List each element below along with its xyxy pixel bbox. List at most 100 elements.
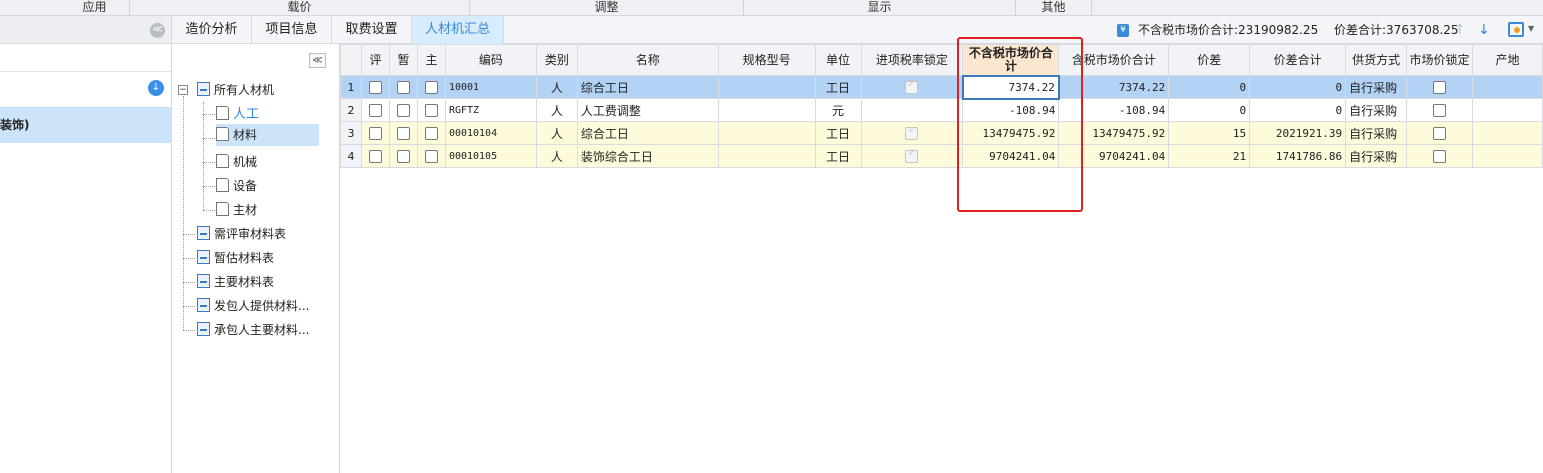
- review-checkbox[interactable]: [368, 80, 382, 94]
- ribbon-group-other[interactable]: 其他: [1016, 0, 1092, 16]
- spec-cell[interactable]: [717, 98, 816, 122]
- main-checkbox[interactable]: [424, 149, 438, 163]
- main-checkbox[interactable]: [424, 80, 438, 94]
- col-header-type[interactable]: 类别: [535, 44, 578, 76]
- tree-node-employer-materials[interactable]: 发包人提供材料...: [197, 295, 309, 317]
- review-cell[interactable]: [360, 121, 390, 145]
- tree-node-labor[interactable]: 人工: [216, 103, 259, 125]
- tree-node-contractor-materials[interactable]: 承包人主要材料...: [197, 319, 309, 341]
- tab-labor-material-summary[interactable]: 人材机汇总: [412, 16, 504, 44]
- tab-project-info[interactable]: 项目信息: [252, 16, 332, 44]
- col-header-market-lock[interactable]: 市场价锁定: [1406, 44, 1473, 76]
- col-header-provisional[interactable]: 暂: [388, 44, 418, 76]
- market-lock-checkbox[interactable]: [1433, 126, 1447, 140]
- main-checkbox[interactable]: [424, 103, 438, 117]
- name-cell[interactable]: 综合工日: [576, 121, 719, 145]
- spec-cell[interactable]: [717, 121, 816, 145]
- review-cell[interactable]: [360, 144, 390, 168]
- col-header-price-diff[interactable]: 价差: [1168, 44, 1251, 76]
- unit-cell[interactable]: 元: [814, 98, 862, 122]
- supply-cell[interactable]: 自行采购: [1345, 144, 1408, 168]
- table-row[interactable]: 1 10001 人 综合工日 工日 7374.22 7374.22 0 0 自行…: [340, 74, 1543, 100]
- main-cell[interactable]: [416, 98, 446, 122]
- code-cell[interactable]: 10001: [444, 75, 537, 99]
- no-tax-total-cell[interactable]: -108.94: [962, 98, 1060, 122]
- price-diff-cell[interactable]: 15: [1168, 121, 1251, 145]
- diff-total-cell[interactable]: 0: [1249, 98, 1347, 122]
- table-row[interactable]: 4 00010105 人 装饰综合工日 工日 9704241.04 970424…: [340, 144, 1543, 168]
- review-checkbox[interactable]: [368, 149, 382, 163]
- tree-expander-icon[interactable]: −: [178, 85, 188, 95]
- diff-total-cell[interactable]: 2021921.39: [1249, 121, 1347, 145]
- col-header-review[interactable]: 评: [360, 44, 390, 76]
- tax-total-cell[interactable]: -108.94: [1058, 98, 1170, 122]
- col-header-tax-lock[interactable]: 进项税率锁定: [860, 44, 964, 76]
- table-row[interactable]: 3 00010104 人 综合工日 工日 13479475.92 1347947…: [340, 121, 1543, 145]
- tree-node-main-materials[interactable]: 主要材料表: [197, 271, 274, 293]
- code-cell[interactable]: RGFTZ: [444, 98, 537, 122]
- col-header-tax-total[interactable]: 含税市场价合计: [1058, 44, 1170, 76]
- diff-total-cell[interactable]: 0: [1249, 75, 1347, 99]
- no-tax-total-cell[interactable]: 9704241.04: [962, 144, 1060, 168]
- supply-cell[interactable]: 自行采购: [1345, 75, 1408, 99]
- spec-cell[interactable]: [717, 75, 816, 99]
- download-icon[interactable]: ↓: [148, 80, 164, 96]
- market-lock-cell[interactable]: [1406, 98, 1473, 122]
- tax-total-cell[interactable]: 7374.22: [1058, 75, 1170, 99]
- main-checkbox[interactable]: [424, 126, 438, 140]
- tree-node-main-material[interactable]: 主材: [216, 199, 257, 221]
- col-header-name[interactable]: 名称: [576, 44, 719, 76]
- spec-cell[interactable]: [717, 144, 816, 168]
- tree-node-all[interactable]: 所有人材机: [197, 79, 274, 101]
- provisional-cell[interactable]: [388, 144, 418, 168]
- tree-node-provisional-materials[interactable]: 暂估材料表: [197, 247, 274, 269]
- diff-total-cell[interactable]: 1741786.86: [1249, 144, 1347, 168]
- code-cell[interactable]: 00010105: [444, 144, 537, 168]
- market-lock-cell[interactable]: [1406, 121, 1473, 145]
- col-header-main[interactable]: 主: [416, 44, 446, 76]
- project-node-selected[interactable]: 装饰): [0, 107, 171, 143]
- table-row[interactable]: 2 RGFTZ 人 人工费调整 元 -108.94 -108.94 0 0 自行…: [340, 98, 1543, 122]
- ribbon-group-apply[interactable]: 应用: [60, 0, 130, 16]
- tax-total-cell[interactable]: 9704241.04: [1058, 144, 1170, 168]
- col-header-unit[interactable]: 单位: [814, 44, 862, 76]
- price-diff-cell[interactable]: 0: [1168, 98, 1251, 122]
- tab-cost-analysis[interactable]: 造价分析: [172, 16, 252, 44]
- provisional-cell[interactable]: [388, 75, 418, 99]
- code-cell[interactable]: 00010104: [444, 121, 537, 145]
- col-header-supply[interactable]: 供货方式: [1345, 44, 1408, 76]
- no-tax-total-cell[interactable]: 7374.22: [961, 74, 1060, 100]
- type-cell[interactable]: 人: [535, 144, 578, 168]
- col-header-code[interactable]: 编码: [444, 44, 537, 76]
- tree-node-review-materials[interactable]: 需评审材料表: [197, 223, 286, 245]
- price-diff-cell[interactable]: 0: [1168, 75, 1251, 99]
- review-cell[interactable]: [360, 98, 390, 122]
- settings-icon[interactable]: [1508, 22, 1524, 37]
- chevron-down-icon[interactable]: ▼: [1528, 24, 1534, 33]
- review-cell[interactable]: [360, 75, 390, 99]
- ribbon-group-display[interactable]: 显示: [744, 0, 1016, 16]
- name-cell[interactable]: 装饰综合工日: [576, 144, 719, 168]
- tax-total-cell[interactable]: 13479475.92: [1058, 121, 1170, 145]
- move-up-icon[interactable]: ↑: [1454, 22, 1466, 38]
- market-lock-cell[interactable]: [1406, 75, 1473, 99]
- type-cell[interactable]: 人: [535, 75, 578, 99]
- origin-cell[interactable]: [1472, 121, 1543, 145]
- provisional-cell[interactable]: [388, 121, 418, 145]
- collapse-panel-icon[interactable]: ≪: [150, 23, 165, 38]
- supply-cell[interactable]: 自行采购: [1345, 121, 1408, 145]
- move-down-icon[interactable]: ↓: [1478, 22, 1490, 38]
- col-header-spec[interactable]: 规格型号: [717, 44, 816, 76]
- review-checkbox[interactable]: [368, 103, 382, 117]
- market-lock-cell[interactable]: [1406, 144, 1473, 168]
- tree-node-material[interactable]: 材料: [216, 124, 319, 146]
- market-lock-checkbox[interactable]: [1433, 149, 1447, 163]
- provisional-checkbox[interactable]: [396, 103, 410, 117]
- tree-node-equipment[interactable]: 设备: [216, 175, 257, 197]
- col-header-diff-total[interactable]: 价差合计: [1249, 44, 1347, 76]
- provisional-checkbox[interactable]: [396, 126, 410, 140]
- type-cell[interactable]: 人: [535, 98, 578, 122]
- name-cell[interactable]: 综合工日: [576, 75, 719, 99]
- supply-cell[interactable]: 自行采购: [1345, 98, 1408, 122]
- unit-cell[interactable]: 工日: [814, 121, 862, 145]
